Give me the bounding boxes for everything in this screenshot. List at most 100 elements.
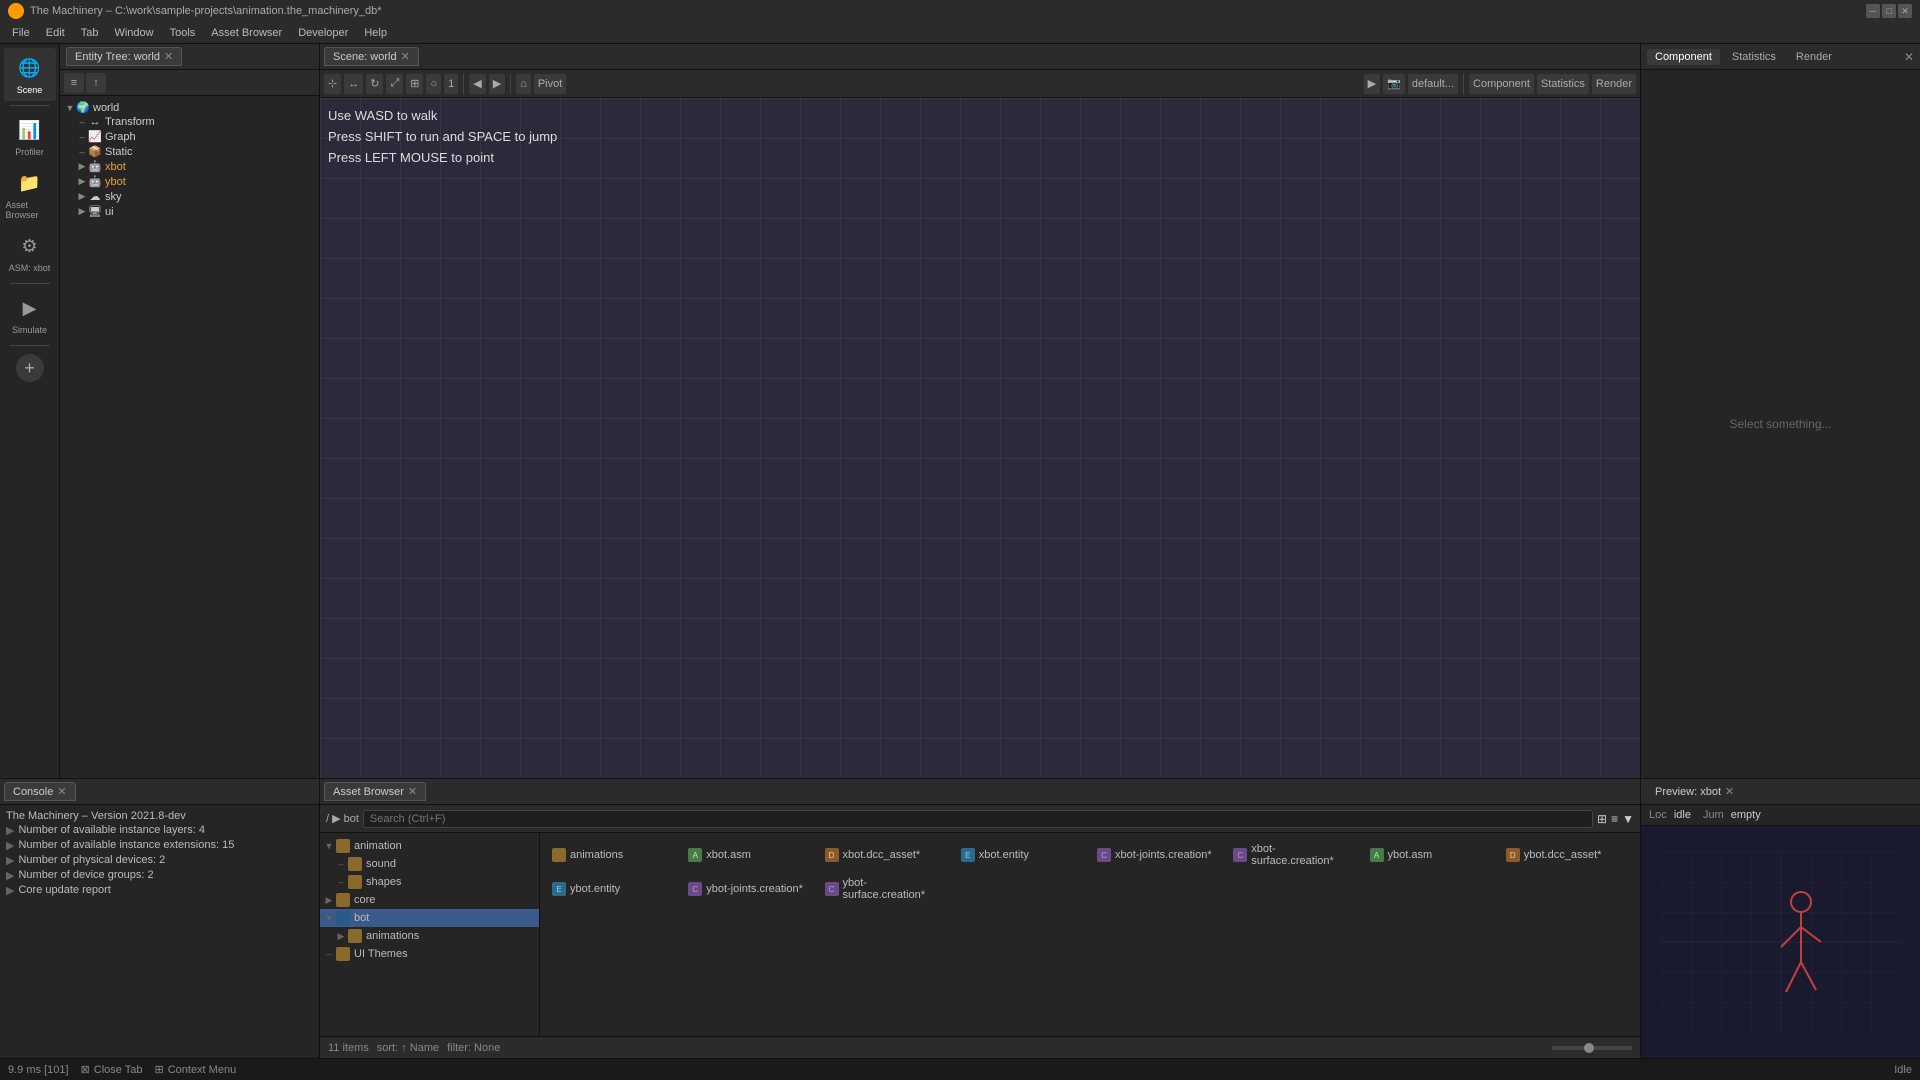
component-tab[interactable]: Component [1647,49,1720,65]
menu-item-tools[interactable]: Tools [162,27,204,39]
ab-tree-ui-themes-label: UI Themes [354,948,408,960]
sidebar-item-asset-browser[interactable]: 📁 Asset Browser [4,163,56,226]
menu-item-help[interactable]: Help [356,27,395,39]
ab-tree-sound[interactable]: – sound [320,855,539,873]
tool-home[interactable]: ⌂ [516,74,531,94]
ab-tree-animation[interactable]: ▼ animation [320,837,539,855]
tree-item-ybot[interactable]: ▶ 🤖 ybot [60,174,319,189]
ab-file-animations-folder[interactable]: animations [548,841,678,869]
ab-file-xbot-asm[interactable]: A xbot.asm [684,841,814,869]
ab-file-ybot-joints[interactable]: C ybot-joints.creation* [684,875,814,903]
ab-view-btn-2[interactable]: ≡ [1611,812,1618,826]
ab-count: 11 items [328,1042,369,1054]
tree-item-world[interactable]: ▼ 🌍 world [60,100,319,115]
tool-next[interactable]: ▶ [489,74,505,94]
tool-snap[interactable]: ⊞ [406,74,423,94]
properties-panel-close[interactable]: ✕ [1904,50,1914,64]
scene-world-tab-close[interactable]: ✕ [401,50,410,63]
ab-file-ybot-surface[interactable]: C ybot-surface.creation* [821,875,951,903]
tool-prev[interactable]: ◀ [469,74,485,94]
tree-item-sky[interactable]: ▶ ☁ sky [60,189,319,204]
viewport-area: Scene: world ✕ ⊹ ↔ ↻ ⤢ ⊞ ○ 1 ◀ ▶ ⌂ Pivot… [320,44,1640,778]
tool-play[interactable]: ▶ [1364,74,1380,94]
maximize-button[interactable]: □ [1882,4,1896,18]
entity-toolbar-btn-1[interactable]: ≡ [64,73,84,93]
menu-item-file[interactable]: File [4,27,38,39]
ab-file-ybot-dcc[interactable]: D ybot.dcc_asset* [1502,841,1632,869]
tool-layer[interactable]: 1 [444,74,458,94]
zoom-track[interactable] [1552,1046,1632,1050]
ab-tree-animation-label: animation [354,840,402,852]
ab-file-xbot-surface[interactable]: C xbot-surface.creation* [1229,841,1359,869]
sidebar-item-simulate[interactable]: ▶ Simulate [4,288,56,341]
ab-tree-bot-animations[interactable]: ▶ animations [320,927,539,945]
minimize-button[interactable]: ─ [1866,4,1880,18]
ab-file-xbot-joints[interactable]: C xbot-joints.creation* [1093,841,1223,869]
tool-scale[interactable]: ⤢ [386,74,403,94]
scene-world-tab[interactable]: Scene: world ✕ [324,47,419,66]
asset-search-input[interactable] [363,810,1593,828]
entity-toolbar-btn-2[interactable]: ↑ [86,73,106,93]
asset-browser-icon: 📁 [16,169,44,197]
ab-view-btn-1[interactable]: ⊞ [1597,812,1607,826]
sidebar-item-scene[interactable]: 🌐 Scene [4,48,56,101]
ab-file-xbot-dcc[interactable]: D xbot.dcc_asset* [821,841,951,869]
tree-label-graph: Graph [105,131,136,143]
tool-snap-none[interactable]: ○ [426,74,441,94]
tree-item-static[interactable]: – 📦 Static [60,144,319,159]
close-tab-button[interactable]: ⊠ Close Tab [81,1063,143,1076]
tree-arrow-sky: ▶ [76,191,88,202]
sidebar-item-profiler[interactable]: 📊 Profiler [4,110,56,163]
tool-default[interactable]: default... [1408,74,1458,94]
tool-statistics[interactable]: Statistics [1537,74,1589,94]
tree-item-graph[interactable]: – 📈 Graph [60,129,319,144]
ab-tree-bot[interactable]: ▼ bot [320,909,539,927]
ab-tree-ui-themes[interactable]: – UI Themes [320,945,539,963]
ab-file-ybot-entity[interactable]: E ybot.entity [548,875,678,903]
statistics-tab[interactable]: Statistics [1724,49,1784,65]
tool-component[interactable]: Component [1469,74,1534,94]
menu-item-asset-browser[interactable]: Asset Browser [203,27,290,39]
menu-item-edit[interactable]: Edit [38,27,73,39]
entity-tree-tab-close[interactable]: ✕ [164,50,173,63]
close-button[interactable]: ✕ [1898,4,1912,18]
console-text-5: Number of device groups: 2 [18,869,153,881]
tree-arrow-transform: – [76,117,88,127]
context-menu-button[interactable]: ⊞ Context Menu [154,1063,236,1076]
console-tab-close[interactable]: ✕ [57,785,66,798]
tree-item-ui[interactable]: ▶ 🖥 ui [60,204,319,219]
bot-folder-icon [336,911,350,925]
preview-loc-label: Loc [1649,809,1667,821]
ab-arrow-sound: – [336,859,346,869]
select-hint: Select something... [1729,417,1831,431]
add-panel-button[interactable]: + [16,354,44,382]
asset-browser-tab-close[interactable]: ✕ [408,785,417,798]
ab-filter-btn[interactable]: ▼ [1622,812,1634,826]
entity-tree-tab[interactable]: Entity Tree: world ✕ [66,47,182,66]
sidebar-item-asm[interactable]: ⚙ ASM: xbot [4,226,56,279]
menu-item-developer[interactable]: Developer [290,27,356,39]
preview-tab-close[interactable]: ✕ [1725,785,1734,798]
tool-move[interactable]: ↔ [344,74,363,94]
tree-item-transform[interactable]: – ↔ Transform [60,115,319,129]
tool-rotate[interactable]: ↻ [366,74,383,94]
preview-jum-label: Jum [1703,809,1724,821]
console-tab[interactable]: Console ✕ [4,782,76,801]
menu-item-window[interactable]: Window [106,27,161,39]
ab-file-xbot-entity[interactable]: E xbot.entity [957,841,1087,869]
tool-camera[interactable]: 📷 [1383,74,1405,94]
preview-tab[interactable]: Preview: xbot ✕ [1647,783,1742,800]
ab-tree-core[interactable]: ▶ core [320,891,539,909]
ab-file-ybot-asm[interactable]: A ybot.asm [1366,841,1496,869]
asset-browser-tree: ▼ animation – sound – shapes ▶ [320,833,540,1036]
menu-item-tab[interactable]: Tab [73,27,107,39]
tree-item-xbot[interactable]: ▶ 🤖 xbot [60,159,319,174]
tool-render[interactable]: Render [1592,74,1636,94]
tool-select[interactable]: ⊹ [324,74,341,94]
asset-browser-tab[interactable]: Asset Browser ✕ [324,782,426,801]
render-tab[interactable]: Render [1788,49,1840,65]
viewport[interactable]: Use WASD to walk Press SHIFT to run and … [320,98,1640,778]
tool-pivot[interactable]: Pivot [534,74,566,94]
zoom-thumb[interactable] [1584,1043,1594,1053]
ab-tree-shapes[interactable]: – shapes [320,873,539,891]
